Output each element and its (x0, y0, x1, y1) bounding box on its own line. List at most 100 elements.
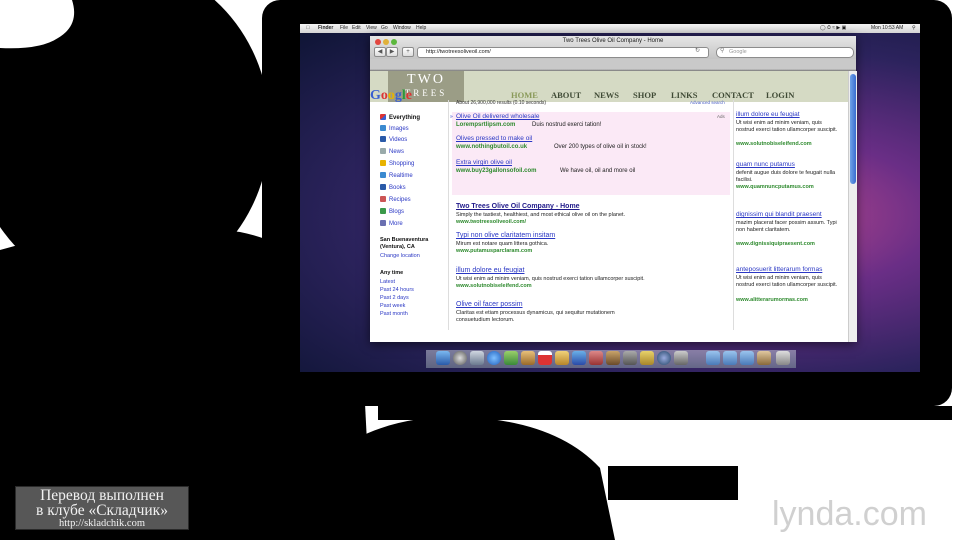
nav-blogs[interactable]: Blogs (380, 208, 404, 215)
menu-help[interactable]: Help (416, 24, 426, 33)
menu-finder[interactable]: Finder (318, 24, 333, 33)
spotlight-icon[interactable]: ⚲ (912, 24, 916, 33)
result-title[interactable]: Two Trees Olive Oil Company - Home (456, 203, 580, 210)
result-snippet: Ut wisi enim ad minim veniam, quis nostr… (456, 276, 645, 282)
side-ad-title[interactable]: anteposuerit litterarum formas (736, 266, 822, 273)
news-icon (380, 148, 386, 154)
back-button[interactable]: ◀ (374, 47, 386, 57)
menu-go[interactable]: Go (381, 24, 388, 33)
nav-links[interactable]: LINKS (671, 90, 697, 100)
result-snippet: Mirum est notare quam littera gothica. (456, 241, 549, 247)
time-past-24-hours[interactable]: Past 24 hours (380, 287, 414, 293)
result-title[interactable]: illum dolore eu feugiat (456, 267, 525, 274)
ad-url[interactable]: Lorempsrtlipsm.com (456, 122, 515, 128)
apple-menu-icon[interactable]:  (306, 24, 310, 33)
time-past-2-days[interactable]: Past 2 days (380, 295, 409, 301)
menu-window[interactable]: Window (393, 24, 411, 33)
side-ad-title[interactable]: quam nunc putamus (736, 161, 795, 168)
itunes-icon[interactable] (572, 351, 586, 365)
result-url[interactable]: www.twotreesoliveoil.com/ (456, 219, 526, 225)
menubar-clock[interactable]: Mon 10:53 AM (871, 24, 903, 33)
vertical-scrollbar[interactable] (848, 71, 857, 342)
nav-shopping[interactable]: Shopping (380, 160, 414, 167)
side-ad-url[interactable]: www.dignissiquipraesent.com (736, 241, 815, 247)
applications-folder-icon[interactable] (706, 351, 720, 365)
result-url[interactable]: www.putamusparclaram.com (456, 248, 532, 254)
menu-file[interactable]: File (340, 24, 348, 33)
advanced-search-link[interactable]: Advanced search (690, 100, 725, 105)
time-latest[interactable]: Latest (380, 279, 395, 285)
ad-title[interactable]: Olives pressed to make oil (456, 135, 532, 142)
downloads-folder-icon[interactable] (740, 351, 754, 365)
ichat-icon[interactable] (504, 351, 518, 365)
scrollbar-thumb[interactable] (850, 74, 856, 184)
stack-icon[interactable] (757, 351, 771, 365)
nav-news[interactable]: NEWS (594, 90, 619, 100)
nav-news-filter[interactable]: News (380, 148, 404, 155)
browser-toolbar: Two Trees Olive Oil Company - Home ◀ ▶ +… (370, 36, 856, 71)
nav-books[interactable]: Books (380, 184, 406, 191)
search-field[interactable]: Google (716, 47, 854, 58)
ad-indicator-icon: » (450, 114, 453, 120)
result-url[interactable]: www.solutnobiseleifend.com (456, 283, 532, 289)
iphoto-icon[interactable] (606, 351, 620, 365)
side-ad-desc: Ut wisi enim ad minim veniam, quis nostr… (736, 275, 838, 288)
side-ad-url[interactable]: www.alitterarumormas.com (736, 297, 808, 303)
ad-title[interactable]: Olive Oil delivered wholesale (456, 113, 539, 120)
nav-home[interactable]: HOME (511, 90, 538, 100)
time-past-week[interactable]: Past week (380, 303, 405, 309)
address-book-icon[interactable] (521, 351, 535, 365)
location-title: San Buenaventura (Ventura), CA (380, 237, 429, 250)
menu-edit[interactable]: Edit (352, 24, 361, 33)
google-logo[interactable]: Google (370, 88, 412, 104)
dashboard-icon[interactable] (453, 351, 467, 365)
nav-more[interactable]: More (380, 220, 403, 227)
side-ad-title[interactable]: illum dolore eu feugiat (736, 111, 800, 118)
ad-url[interactable]: www.buy23gallonsofoil.com (456, 168, 536, 174)
side-ad-url[interactable]: www.solutnobiseleifend.com (736, 141, 812, 147)
side-ad-url[interactable]: www.quamnuncputamus.com (736, 184, 814, 190)
window-title: Two Trees Olive Oil Company - Home (562, 38, 664, 44)
ad-desc: Over 200 types of olive oil in stock! (554, 144, 647, 150)
add-bookmark-button[interactable]: + (402, 47, 414, 57)
trash-icon[interactable] (776, 351, 790, 365)
nav-realtime[interactable]: Realtime (380, 172, 413, 179)
nav-contact[interactable]: CONTACT (712, 90, 754, 100)
side-ad-title[interactable]: dignissim qui blandit praesent (736, 211, 822, 218)
menu-view[interactable]: View (366, 24, 377, 33)
time-past-month[interactable]: Past month (380, 311, 408, 317)
search-icon: ⚲ (720, 48, 725, 54)
result-snippet: Simply the tastiest, healthiest, and mos… (456, 212, 626, 218)
result-title[interactable]: Typi non olive claritatem insitam (456, 232, 555, 239)
nav-videos[interactable]: Videos (380, 136, 407, 143)
nav-images[interactable]: Images (380, 125, 409, 132)
result-count: About 26,900,000 results (0.10 seconds) (456, 100, 547, 106)
safari-icon[interactable] (487, 351, 501, 365)
ad-title[interactable]: Extra virgin olive oil (456, 159, 512, 166)
photo-booth-icon[interactable] (589, 351, 603, 365)
nav-everything[interactable]: Everything (380, 114, 420, 121)
status-icons[interactable]: ◯ ⏱ ≈ ▶ ▣ (820, 24, 846, 33)
address-bar[interactable]: http://twotreesoliveoil.com/ (417, 47, 709, 58)
realtime-icon (380, 172, 386, 178)
stickies-icon[interactable] (640, 351, 654, 365)
nav-about[interactable]: ABOUT (551, 90, 581, 100)
documents-folder-icon[interactable] (723, 351, 737, 365)
mail-icon[interactable] (470, 351, 484, 365)
calendar-icon[interactable] (538, 351, 552, 365)
ad-url[interactable]: www.nothingbutoil.co.uk (456, 144, 527, 150)
quicktime-icon[interactable] (657, 351, 671, 365)
preview-icon[interactable] (555, 351, 569, 365)
finder-icon[interactable] (436, 351, 450, 365)
system-preferences-icon[interactable] (674, 351, 688, 365)
nav-shop[interactable]: SHOP (633, 90, 656, 100)
result-title[interactable]: Olive oil facer possim (456, 301, 523, 308)
reload-icon[interactable]: ↻ (695, 47, 700, 54)
browser-window: Two Trees Olive Oil Company - Home ◀ ▶ +… (370, 36, 857, 342)
change-location-link[interactable]: Change location (380, 253, 420, 259)
nav-login[interactable]: LOGIN (766, 90, 794, 100)
forward-button[interactable]: ▶ (386, 47, 398, 57)
time-machine-icon[interactable] (623, 351, 637, 365)
shopping-icon (380, 160, 386, 166)
nav-recipes[interactable]: Recipes (380, 196, 411, 203)
